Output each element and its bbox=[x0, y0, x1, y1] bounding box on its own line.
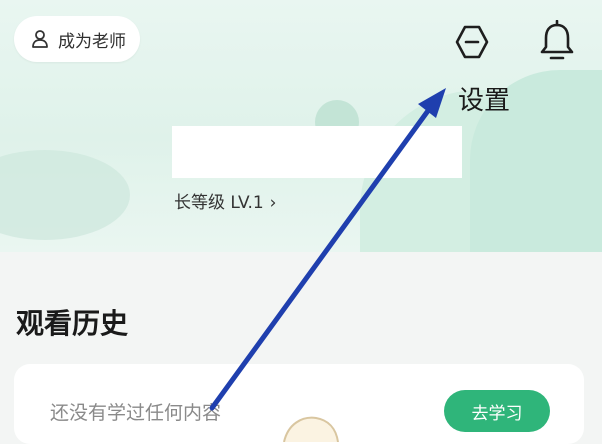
settings-icon[interactable] bbox=[454, 24, 490, 60]
decor-blob bbox=[0, 150, 130, 240]
go-learn-button[interactable]: 去学习 bbox=[444, 390, 550, 432]
become-teacher-label: 成为老师 bbox=[58, 31, 126, 52]
mascot-icon bbox=[283, 416, 339, 442]
history-section-title: 观看历史 bbox=[16, 307, 129, 340]
username-redaction bbox=[172, 126, 462, 178]
user-level-link[interactable]: 长等级 LV.1 › bbox=[174, 188, 276, 213]
bell-icon[interactable] bbox=[538, 20, 576, 62]
become-teacher-button[interactable]: 成为老师 bbox=[14, 16, 140, 62]
history-empty-text: 还没有学过任何内容 bbox=[50, 402, 222, 424]
user-icon bbox=[32, 30, 48, 48]
settings-annotation-label: 设置 bbox=[458, 86, 511, 116]
user-level-label: 长等级 LV.1 bbox=[174, 193, 264, 213]
chevron-right-icon: › bbox=[269, 193, 277, 213]
